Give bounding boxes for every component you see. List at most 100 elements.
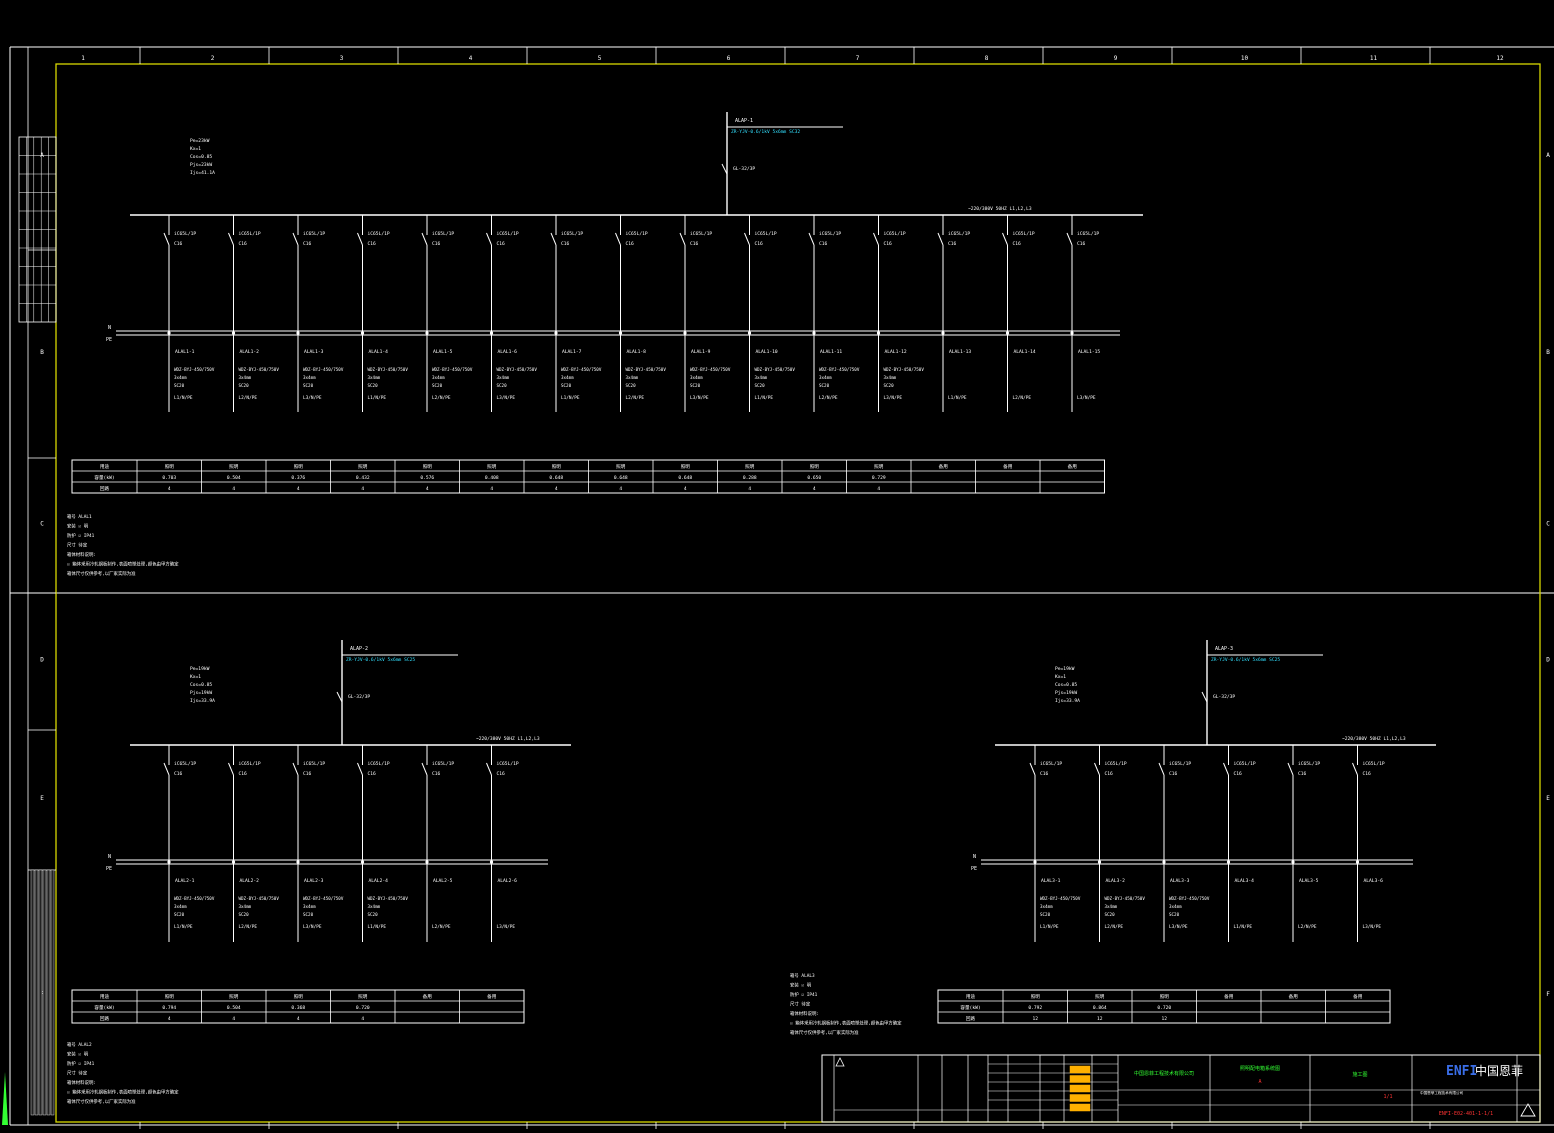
param-text: Kx=1: [190, 146, 201, 152]
circuit-ALAL2-4: iC65L/1P C16 ALAL2-4 WDZ-BYJ-450/750V 3x4mm S…: [357, 745, 408, 942]
param-text: Cos=0.85: [190, 682, 212, 688]
circuit-junction-dot: [296, 860, 300, 864]
load-table-cell: 照明: [358, 994, 368, 1000]
param-text: Cos=0.85: [190, 154, 212, 160]
grid-row-label-right: B: [1546, 349, 1550, 356]
load-table-cell: 照明: [229, 464, 239, 470]
circuit-breaker-rating: C16: [239, 241, 248, 247]
circuit-junction-dot: [1070, 331, 1074, 335]
cad-drawing-canvas[interactable]: 123456789101112AABBCCDDEEFFPe=23kWKx=1Co…: [0, 0, 1554, 1129]
load-table-cell: 0.576: [420, 475, 434, 481]
circuit-name: ALAL2-1: [175, 878, 195, 884]
incoming-breaker-symbol: [1201, 691, 1208, 703]
load-table-cell: 4: [748, 486, 751, 492]
circuit-phase: L2/N/PE: [626, 395, 645, 401]
circuit-cable-spec: 3x4mm: [755, 375, 768, 380]
circuit-junction-dot: [747, 331, 752, 335]
load-table-cell: 4: [361, 1016, 364, 1022]
axis-indicator-icon: [2, 1072, 8, 1125]
circuit-name: ALAL1-2: [240, 349, 260, 355]
circuit-name: ALAL2-2: [240, 878, 260, 884]
circuit-cable-spec: SC20: [432, 383, 443, 388]
load-table-cell: 4: [232, 486, 235, 492]
circuit-phase: L1/N/PE: [948, 395, 967, 401]
grid-col-label: 4: [469, 55, 473, 62]
grid-row-label: C: [40, 521, 44, 528]
param-text: Kx=1: [1055, 674, 1066, 680]
load-table-cell: 备用: [423, 993, 433, 1000]
load-table-row-label: 用途: [100, 993, 110, 1000]
circuit-ALAL1-4: iC65L/1P C16 ALAL1-4 WDZ-BYJ-450/750V 3x4mm S…: [357, 215, 408, 412]
circuit-cable-spec: 3x4mm: [174, 375, 187, 380]
circuit-junction-dot: [1097, 860, 1102, 864]
drawing-frame: 123456789101112AABBCCDDEEFF: [9, 46, 1554, 1129]
bus-voltage-label: ~220/380V 50HZ L1,L2,L3: [968, 206, 1032, 212]
circuit-cable-spec: 3x4mm: [368, 904, 381, 909]
panel-note: 箱体尺寸仅供参考,以厂家实际为准: [790, 1029, 859, 1036]
load-table-row-label: 回路: [100, 485, 110, 492]
load-table-cell: 4: [813, 486, 816, 492]
circuit-breaker-rating: C16: [690, 241, 699, 247]
panel-note: 尺寸 待定: [67, 1070, 88, 1077]
circuit-breaker-symbol: [486, 762, 492, 776]
title-block-border: [821, 1054, 1541, 1123]
circuit-cable-spec: WDZ-BYJ-450/750V: [239, 896, 280, 901]
circuit-phase: L3/N/PE: [303, 395, 322, 401]
circuit-name: ALAL1-11: [820, 349, 842, 355]
load-table-cell: 12: [1032, 1016, 1038, 1022]
title-block-stage: 施工图: [1352, 1071, 1367, 1078]
circuit-breaker-symbol: [228, 232, 234, 246]
circuit-breaker-symbol: [292, 762, 299, 776]
title-block-signature: [1069, 1075, 1091, 1083]
circuit-ALAL1-13: iC65L/1P C16 ALAL1-13 L1/N/PE: [937, 215, 971, 412]
circuit-junction-dot: [1355, 860, 1360, 864]
circuit-breaker-rating: C16: [1040, 771, 1049, 777]
circuit-phase: L3/N/PE: [1363, 924, 1382, 930]
circuit-breaker-type: iC65L/1P: [174, 761, 196, 767]
load-table-cell: 0.408: [485, 475, 499, 481]
circuit-ALAL1-14: iC65L/1P C16 ALAL1-14 L2/N/PE: [1002, 215, 1036, 412]
circuit-ALAL2-3: iC65L/1P C16 ALAL2-3 WDZ-BYJ-450/750V 3x4mm S…: [292, 745, 344, 942]
circuit-cable-spec: SC20: [561, 383, 572, 388]
bus-voltage-label: ~220/380V 50HZ L1,L2,L3: [1342, 736, 1406, 742]
circuit-cable-spec: SC20: [174, 383, 185, 388]
param-text: Kx=1: [190, 674, 201, 680]
circuit-breaker-type: iC65L/1P: [1298, 761, 1320, 767]
load-table-cell: 4: [297, 1016, 300, 1022]
panel-note: 尺寸 待定: [790, 1001, 811, 1008]
brand-logo-cn: 中国恩菲: [1475, 1063, 1523, 1078]
circuit-breaker-type: iC65L/1P: [561, 231, 583, 237]
circuit-name: ALAL1-13: [949, 349, 971, 355]
circuit-breaker-type: iC65L/1P: [432, 231, 454, 237]
load-table-row-label: 回路: [100, 1015, 110, 1022]
load-table-cell: 0.794: [162, 1005, 176, 1011]
circuit-phase: L3/N/PE: [690, 395, 709, 401]
param-text: Cos=0.85: [1055, 682, 1077, 688]
panel-note: 安装 ☑ 明: [67, 523, 89, 530]
circuit-phase: L1/N/PE: [755, 395, 774, 401]
load-table-row-label: 用途: [966, 993, 976, 1000]
panel-note: 箱号 ALAL1: [67, 513, 92, 520]
circuit-name: ALAL2-3: [304, 878, 324, 884]
circuit-breaker-rating: C16: [1363, 771, 1372, 777]
circuit-ALAL1-10: iC65L/1P C16 ALAL1-10 WDZ-BYJ-450/750V 3x4mm…: [744, 215, 795, 412]
circuit-phase: L1/N/PE: [368, 395, 387, 401]
circuit-cable-spec: 3x4mm: [1040, 904, 1053, 909]
panel-note: 安装 ☑ 明: [67, 1051, 89, 1058]
circuit-breaker-type: iC65L/1P: [368, 231, 390, 237]
load-table-cell: 照明: [1095, 994, 1105, 1000]
circuit-ALAL1-5: iC65L/1P C16 ALAL1-5 WDZ-BYJ-450/750V 3x4mm S…: [421, 215, 473, 412]
incoming-label: ALAP-1: [735, 118, 753, 124]
circuit-breaker-rating: C16: [303, 241, 312, 247]
circuit-cable-spec: WDZ-BYJ-450/750V: [884, 367, 925, 372]
circuit-cable-spec: SC20: [1040, 912, 1051, 917]
incoming-breaker-symbol: [336, 691, 343, 703]
notes-strip-column: [30, 869, 35, 1116]
load-table-cell: 4: [232, 1016, 235, 1022]
panel-note: 箱号 ALAL3: [790, 972, 815, 979]
load-table-cell: 照明: [294, 464, 304, 470]
circuit-breaker-type: iC65L/1P: [1013, 231, 1035, 237]
circuit-name: ALAL1-4: [369, 349, 389, 355]
circuit-cable-spec: SC20: [497, 383, 508, 388]
circuit-breaker-symbol: [615, 232, 621, 246]
